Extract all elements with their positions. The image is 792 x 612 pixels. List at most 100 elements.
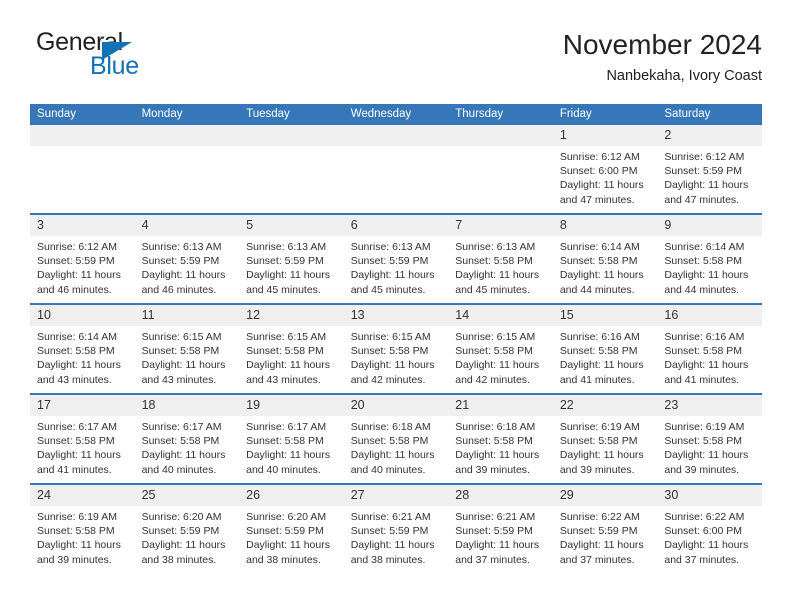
sunset-text: Sunset: 5:58 PM [559,435,638,448]
calendar-day-cell[interactable]: 21 Sunrise: 6:18 AM Sunset: 5:58 PM Dayligh… [448,393,553,484]
calendar-day-cell[interactable]: 13 Sunrise: 6:15 AM Sunset: 5:58 PM Dayligh… [343,303,449,394]
sunrise-text: Sunrise: 6:22 AM [664,511,745,523]
calendar-day-cell[interactable]: 22 Sunrise: 6:19 AM Sunset: 5:58 PM Dayligh… [552,393,658,484]
day-details: Sunrise: 6:20 AM Sunset: 5:59 PM Daylight:… [239,506,344,567]
day-number [134,125,240,146]
daylight-text: Daylight: 11 hours and 43 minutes. [37,359,121,386]
day-number: 5 [239,215,344,236]
calendar-day-cell-empty [448,125,553,214]
day-number: 19 [239,395,344,416]
day-number [239,125,344,146]
calendar-day-cell[interactable]: 11 Sunrise: 6:15 AM Sunset: 5:58 PM Dayligh… [134,303,240,394]
sunrise-text: Sunrise: 6:15 AM [246,331,327,343]
calendar-day-cell[interactable]: 19 Sunrise: 6:17 AM Sunset: 5:58 PM Dayligh… [239,393,344,484]
sunrise-text: Sunrise: 6:13 AM [246,241,327,253]
day-number: 26 [239,485,344,506]
sunrise-text: Sunrise: 6:20 AM [141,511,222,523]
calendar-week-row: 1 Sunrise: 6:12 AM Sunset: 6:00 PM Daylight… [30,125,762,214]
calendar-day-cell[interactable]: 14 Sunrise: 6:15 AM Sunset: 5:58 PM Dayligh… [448,303,553,394]
calendar-day-cell[interactable]: 23 Sunrise: 6:19 AM Sunset: 5:58 PM Dayligh… [657,393,762,484]
calendar-day-cell[interactable]: 7 Sunrise: 6:13 AM Sunset: 5:58 PM Daylight… [448,213,553,304]
daylight-text: Daylight: 11 hours and 42 minutes. [350,359,435,386]
day-details: Sunrise: 6:15 AM Sunset: 5:58 PM Daylight:… [344,326,449,387]
day-details: Sunrise: 6:18 AM Sunset: 5:58 PM Daylight:… [448,416,553,477]
sunrise-text: Sunrise: 6:17 AM [246,421,327,433]
calendar-day-cell[interactable]: 4 Sunrise: 6:13 AM Sunset: 5:59 PM Daylight… [134,213,240,304]
sunset-text: Sunset: 5:58 PM [455,255,533,268]
calendar-day-cell[interactable]: 28 Sunrise: 6:21 AM Sunset: 5:59 PM Dayligh… [448,483,553,573]
sunrise-text: Sunrise: 6:18 AM [350,421,431,433]
calendar-day-cell[interactable]: 30 Sunrise: 6:22 AM Sunset: 6:00 PM Dayligh… [657,483,762,573]
sunrise-text: Sunrise: 6:21 AM [455,511,536,523]
day-number: 7 [448,215,553,236]
sunrise-text: Sunrise: 6:14 AM [37,331,117,343]
calendar-day-cell-empty [239,125,344,214]
sunrise-text: Sunrise: 6:12 AM [664,151,745,163]
sunrise-text: Sunrise: 6:20 AM [246,511,327,523]
sunset-text: Sunset: 5:58 PM [559,255,638,268]
calendar-day-cell[interactable]: 2 Sunrise: 6:12 AM Sunset: 5:59 PM Daylight… [657,125,762,214]
day-details: Sunrise: 6:22 AM Sunset: 5:59 PM Daylight:… [553,506,658,567]
sunset-text: Sunset: 5:59 PM [246,255,324,268]
calendar-day-cell[interactable]: 26 Sunrise: 6:20 AM Sunset: 5:59 PM Dayligh… [239,483,344,573]
daylight-text: Daylight: 11 hours and 38 minutes. [246,539,330,566]
brand-name-blue: Blue [90,52,139,80]
calendar-day-cell[interactable]: 29 Sunrise: 6:22 AM Sunset: 5:59 PM Dayligh… [552,483,658,573]
daylight-text: Daylight: 11 hours and 38 minutes. [350,539,435,566]
calendar-day-cell[interactable]: 12 Sunrise: 6:15 AM Sunset: 5:58 PM Dayligh… [239,303,344,394]
daylight-text: Daylight: 11 hours and 37 minutes. [664,539,749,566]
calendar-day-cell[interactable]: 27 Sunrise: 6:21 AM Sunset: 5:59 PM Dayligh… [343,483,449,573]
sunset-text: Sunset: 6:00 PM [559,165,638,178]
calendar-day-cell[interactable]: 5 Sunrise: 6:13 AM Sunset: 5:59 PM Daylight… [239,213,344,304]
calendar-day-cell[interactable]: 20 Sunrise: 6:18 AM Sunset: 5:58 PM Dayligh… [343,393,449,484]
day-details: Sunrise: 6:18 AM Sunset: 5:58 PM Daylight:… [344,416,449,477]
daylight-text: Daylight: 11 hours and 41 minutes. [37,449,121,476]
daylight-text: Daylight: 11 hours and 37 minutes. [559,539,644,566]
calendar-day-cell-empty [343,125,449,214]
calendar-day-cell[interactable]: 9 Sunrise: 6:14 AM Sunset: 5:58 PM Daylight… [657,213,762,304]
calendar-day-cell[interactable]: 17 Sunrise: 6:17 AM Sunset: 5:58 PM Dayligh… [30,393,135,484]
sunset-text: Sunset: 5:58 PM [141,345,220,358]
general-blue-logo[interactable]: General Blue [30,28,250,90]
sunrise-text: Sunrise: 6:22 AM [559,511,640,523]
day-details: Sunrise: 6:15 AM Sunset: 5:58 PM Daylight:… [135,326,240,387]
calendar-day-cell[interactable]: 10 Sunrise: 6:14 AM Sunset: 5:58 PM Dayligh… [30,303,135,394]
day-details: Sunrise: 6:12 AM Sunset: 5:59 PM Daylight:… [657,146,762,207]
day-details: Sunrise: 6:13 AM Sunset: 5:59 PM Daylight:… [344,236,449,297]
daylight-text: Daylight: 11 hours and 41 minutes. [559,359,644,386]
calendar-day-cell[interactable]: 25 Sunrise: 6:20 AM Sunset: 5:59 PM Dayligh… [134,483,240,573]
sunrise-text: Sunrise: 6:14 AM [559,241,640,253]
calendar-day-cell[interactable]: 6 Sunrise: 6:13 AM Sunset: 5:59 PM Daylight… [343,213,449,304]
day-details: Sunrise: 6:13 AM Sunset: 5:59 PM Daylight:… [135,236,240,297]
daylight-text: Daylight: 11 hours and 39 minutes. [37,539,121,566]
daylight-text: Daylight: 11 hours and 43 minutes. [141,359,226,386]
calendar-day-cell[interactable]: 3 Sunrise: 6:12 AM Sunset: 5:59 PM Daylight… [30,213,135,304]
daylight-text: Daylight: 11 hours and 43 minutes. [246,359,330,386]
daylight-text: Daylight: 11 hours and 41 minutes. [664,359,749,386]
calendar-day-cell[interactable]: 1 Sunrise: 6:12 AM Sunset: 6:00 PM Daylight… [552,125,658,214]
sunrise-text: Sunrise: 6:14 AM [664,241,745,253]
day-details: Sunrise: 6:13 AM Sunset: 5:59 PM Daylight:… [239,236,344,297]
daylight-text: Daylight: 11 hours and 42 minutes. [455,359,540,386]
calendar-day-cell[interactable]: 18 Sunrise: 6:17 AM Sunset: 5:58 PM Dayligh… [134,393,240,484]
sunset-text: Sunset: 5:59 PM [350,525,429,538]
calendar-day-cell[interactable]: 24 Sunrise: 6:19 AM Sunset: 5:58 PM Dayligh… [30,483,135,573]
day-number: 23 [657,395,762,416]
calendar-day-cell[interactable]: 15 Sunrise: 6:16 AM Sunset: 5:58 PM Dayligh… [552,303,658,394]
weekday-header-wednesday: Wednesday [343,104,449,125]
day-number: 29 [552,485,658,506]
sunrise-text: Sunrise: 6:16 AM [559,331,640,343]
calendar-day-cell[interactable]: 8 Sunrise: 6:14 AM Sunset: 5:58 PM Daylight… [552,213,658,304]
calendar-day-cell[interactable]: 16 Sunrise: 6:16 AM Sunset: 5:58 PM Dayligh… [657,303,762,394]
day-number: 25 [134,485,240,506]
daylight-text: Daylight: 11 hours and 45 minutes. [246,269,330,296]
sunrise-sunset-calendar-table: Sunday Monday Tuesday Wednesday Thursday… [30,104,762,573]
calendar-day-cell-empty [30,125,135,214]
sunset-text: Sunset: 5:59 PM [141,255,220,268]
calendar-body: 1 Sunrise: 6:12 AM Sunset: 6:00 PM Daylight… [30,125,762,573]
sunset-text: Sunset: 5:58 PM [141,435,220,448]
sunrise-text: Sunrise: 6:13 AM [350,241,431,253]
daylight-text: Daylight: 11 hours and 46 minutes. [37,269,121,296]
sunset-text: Sunset: 5:59 PM [246,525,324,538]
daylight-text: Daylight: 11 hours and 40 minutes. [246,449,330,476]
